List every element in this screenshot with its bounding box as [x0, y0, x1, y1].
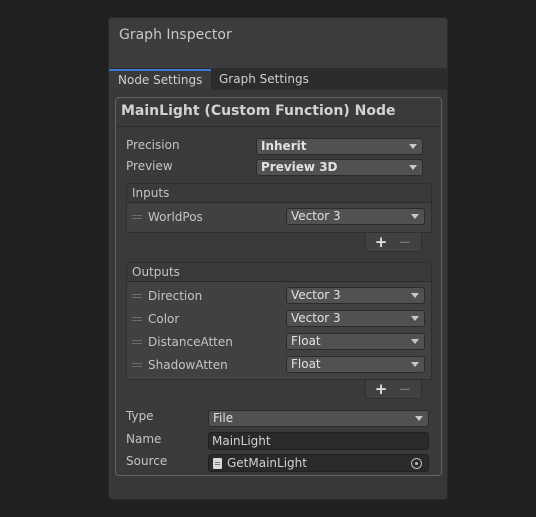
output-type-value: Vector 3	[291, 288, 341, 302]
output-row-color[interactable]: Color Vector 3	[127, 308, 431, 331]
dropdown-arrow-icon	[411, 362, 419, 367]
precision-value: Inherit	[261, 139, 307, 153]
input-name: WorldPos	[148, 210, 203, 224]
inputs-remove-button[interactable]: −	[395, 233, 415, 251]
window-header: Graph Inspector	[109, 18, 447, 69]
name-label: Name	[126, 432, 162, 446]
type-dropdown[interactable]: File	[208, 410, 429, 427]
output-name: ShadowAtten	[148, 358, 228, 372]
drag-handle-icon[interactable]	[132, 363, 142, 368]
outputs-add-remove: + −	[365, 380, 422, 399]
outputs-list: Outputs Direction Vector 3 Color Vector …	[126, 262, 432, 380]
preview-dropdown[interactable]: Preview 3D	[256, 159, 423, 176]
dropdown-arrow-icon	[411, 316, 419, 321]
inputs-add-remove: + −	[365, 233, 422, 252]
type-label: Type	[126, 409, 154, 423]
output-type-dropdown[interactable]: Vector 3	[286, 287, 425, 304]
source-object-field[interactable]: GetMainLight	[208, 454, 429, 472]
tab-graph-settings[interactable]: Graph Settings	[210, 69, 318, 90]
name-field[interactable]: MainLight	[208, 432, 429, 450]
precision-dropdown[interactable]: Inherit	[256, 138, 423, 155]
output-name: Direction	[148, 289, 203, 303]
output-row-distanceatten[interactable]: DistanceAtten Float	[127, 331, 431, 354]
dropdown-arrow-icon	[409, 144, 417, 149]
inputs-add-button[interactable]: +	[371, 233, 391, 251]
dropdown-arrow-icon	[411, 339, 419, 344]
output-type-dropdown[interactable]: Vector 3	[286, 310, 425, 327]
outputs-remove-button[interactable]: −	[395, 380, 415, 398]
drag-handle-icon[interactable]	[132, 340, 142, 345]
output-name: DistanceAtten	[148, 335, 233, 349]
object-picker-icon[interactable]	[411, 458, 422, 469]
output-name: Color	[148, 312, 180, 326]
dropdown-arrow-icon	[411, 214, 419, 219]
output-type-value: Float	[291, 357, 321, 371]
source-value: GetMainLight	[227, 456, 307, 470]
drag-handle-icon[interactable]	[132, 215, 142, 220]
input-type-dropdown[interactable]: Vector 3	[286, 208, 425, 225]
dropdown-arrow-icon	[409, 165, 417, 170]
outputs-add-button[interactable]: +	[371, 380, 391, 398]
drag-handle-icon[interactable]	[132, 294, 142, 299]
outputs-header: Outputs	[127, 263, 431, 282]
tab-bar: Node Settings Graph Settings	[109, 69, 447, 90]
window-title: Graph Inspector	[119, 27, 232, 43]
output-type-dropdown[interactable]: Float	[286, 356, 425, 373]
tab-node-settings[interactable]: Node Settings	[109, 69, 212, 90]
graph-inspector-window: Graph Inspector Node Settings Graph Sett…	[108, 17, 448, 500]
drag-handle-icon[interactable]	[132, 317, 142, 322]
dropdown-arrow-icon	[411, 293, 419, 298]
source-label: Source	[126, 454, 168, 468]
output-type-dropdown[interactable]: Float	[286, 333, 425, 350]
inputs-list: Inputs WorldPos Vector 3	[126, 183, 432, 233]
node-settings-panel: MainLight (Custom Function) Node Precisi…	[115, 97, 442, 476]
divider	[116, 126, 441, 127]
output-type-value: Vector 3	[291, 311, 341, 325]
inputs-header: Inputs	[127, 184, 431, 203]
output-row-direction[interactable]: Direction Vector 3	[127, 285, 431, 308]
input-row[interactable]: WorldPos Vector 3	[127, 206, 431, 229]
preview-label: Preview	[126, 159, 173, 173]
node-title: MainLight (Custom Function) Node	[121, 103, 396, 119]
output-row-shadowatten[interactable]: ShadowAtten Float	[127, 354, 431, 377]
input-type-value: Vector 3	[291, 209, 341, 223]
output-type-value: Float	[291, 334, 321, 348]
precision-label: Precision	[126, 138, 180, 152]
file-icon	[213, 458, 222, 469]
type-value: File	[213, 411, 234, 425]
dropdown-arrow-icon	[415, 416, 423, 421]
preview-value: Preview 3D	[261, 160, 338, 174]
